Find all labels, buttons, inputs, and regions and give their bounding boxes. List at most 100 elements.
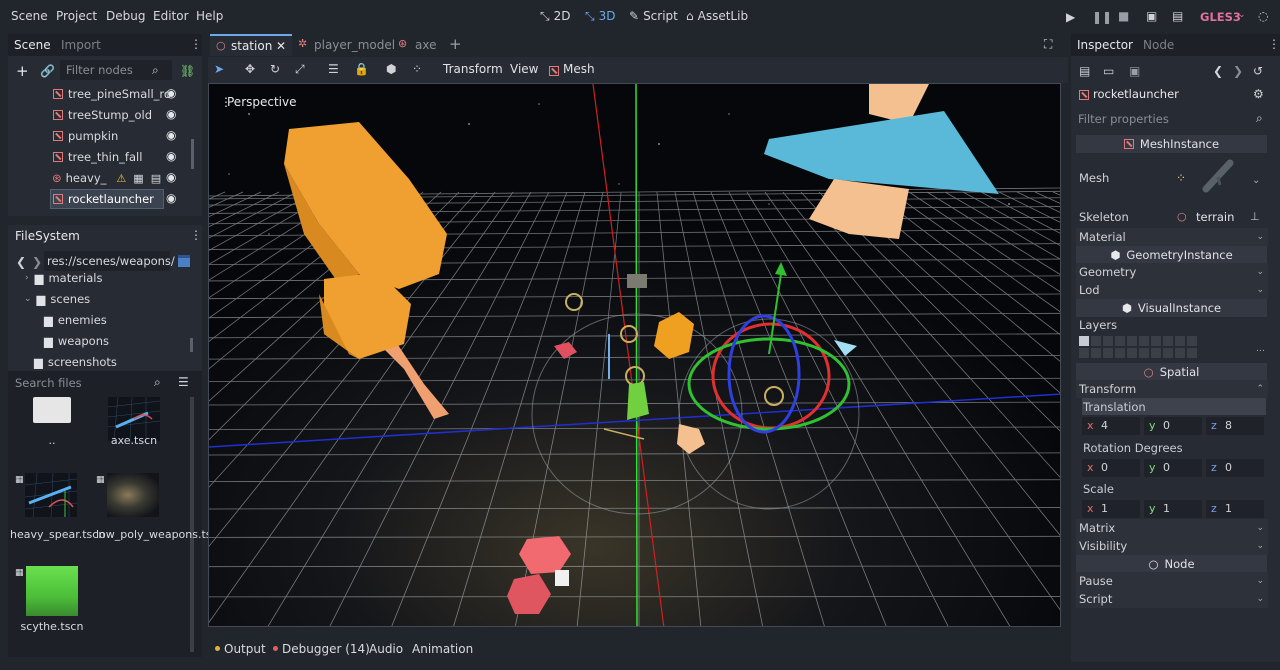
- layer-bit[interactable]: [1127, 336, 1137, 346]
- translation-z-field[interactable]: z8: [1206, 417, 1264, 435]
- heavy-spear-thumb[interactable]: [25, 473, 77, 517]
- section-visualinstance[interactable]: ⬢ VisualInstance: [1076, 299, 1267, 317]
- folder-scenes[interactable]: ⌄ ▆ scenes: [8, 289, 202, 309]
- new-resource-icon[interactable]: ▤: [1079, 65, 1090, 77]
- layers-bitfield[interactable]: [1079, 336, 1201, 360]
- tab-scene[interactable]: Scene: [14, 38, 51, 52]
- file-name[interactable]: scythe.tscn: [18, 619, 86, 635]
- layer-bit[interactable]: [1079, 348, 1089, 358]
- rotation-z-field[interactable]: z0: [1206, 459, 1264, 477]
- mesh-menu[interactable]: Mesh: [563, 62, 595, 76]
- layer-bit[interactable]: [1103, 336, 1113, 346]
- workspace-3d-button[interactable]: ⤡ 3D: [585, 9, 615, 23]
- open-folder-icon[interactable]: ▭: [1103, 65, 1114, 77]
- layer-bit[interactable]: [1103, 348, 1113, 358]
- visibility-eye-icon[interactable]: ◉: [166, 191, 176, 205]
- layer-bit[interactable]: [1139, 348, 1149, 358]
- layer-bit[interactable]: [1187, 336, 1197, 346]
- folder-weapons[interactable]: ▆ weapons: [8, 331, 202, 351]
- move-tool-icon[interactable]: ✥: [245, 63, 255, 75]
- visibility-eye-icon[interactable]: ◉: [166, 170, 176, 184]
- prop-lod[interactable]: Lod ⌄: [1076, 281, 1268, 299]
- dock-menu-icon[interactable]: ⋮: [190, 229, 202, 241]
- prop-transform[interactable]: Transform ⌃: [1076, 380, 1268, 398]
- rotation-x-field[interactable]: x0: [1082, 459, 1140, 477]
- tab-animation[interactable]: Animation: [412, 642, 473, 656]
- close-tab-icon[interactable]: ✕: [276, 39, 286, 53]
- scene-tree-scrollbar[interactable]: [191, 139, 194, 169]
- tab-axe[interactable]: ⊛ axe: [394, 34, 444, 56]
- file-name[interactable]: heavy_spear.tscn: [10, 527, 105, 543]
- layer-bit[interactable]: [1115, 348, 1125, 358]
- perspective-menu[interactable]: Perspective: [227, 95, 297, 109]
- layer-bit[interactable]: [1175, 348, 1185, 358]
- inspected-object-name[interactable]: rocketlauncher: [1093, 87, 1179, 101]
- folder-enemies[interactable]: ▆ enemies: [8, 310, 202, 330]
- history-back-icon[interactable]: ❮: [1213, 65, 1223, 77]
- renderer-chevron-icon[interactable]: ⌄: [1238, 10, 1246, 20]
- history-icon[interactable]: ↺: [1253, 65, 1263, 77]
- file-grid-scrollbar[interactable]: [190, 397, 194, 652]
- section-node[interactable]: ○ Node: [1076, 555, 1267, 573]
- visibility-eye-icon[interactable]: ◉: [166, 86, 176, 100]
- visibility-eye-icon[interactable]: ◉: [166, 149, 176, 163]
- prop-geometry[interactable]: Geometry ⌄: [1076, 263, 1268, 281]
- skeleton-value[interactable]: terrain: [1196, 210, 1234, 224]
- layer-bit[interactable]: [1139, 336, 1149, 346]
- play-custom-icon[interactable]: ▤: [1172, 10, 1183, 22]
- chevron-down-icon[interactable]: ⌄: [1252, 175, 1260, 186]
- object-tools-icon[interactable]: ⚙: [1253, 88, 1264, 100]
- filter-properties-input[interactable]: Filter properties ⌕: [1076, 108, 1268, 128]
- parent-folder-thumb[interactable]: [33, 397, 71, 423]
- script-attached-icon[interactable]: ▤: [151, 172, 161, 185]
- split-mode-icon[interactable]: [178, 255, 190, 267]
- mesh-preview[interactable]: [1200, 155, 1240, 195]
- link-icon[interactable]: 🔗: [40, 65, 55, 77]
- play-scene-icon[interactable]: ▣: [1146, 10, 1157, 22]
- layer-bit[interactable]: [1079, 336, 1089, 346]
- dock-menu-icon[interactable]: ⋮: [190, 38, 202, 50]
- search-files-input[interactable]: Search files: [15, 376, 82, 390]
- transform-menu[interactable]: Transform: [443, 62, 503, 76]
- file-name[interactable]: low_poly_weapons.tscn: [96, 527, 225, 543]
- visibility-eye-icon[interactable]: ◉: [166, 128, 176, 142]
- layer-bit[interactable]: [1187, 348, 1197, 358]
- tab-import[interactable]: Import: [61, 38, 101, 52]
- translation-x-field[interactable]: x4: [1082, 417, 1140, 435]
- pause-icon[interactable]: ❚❚: [1092, 11, 1112, 23]
- prop-material[interactable]: Material ⌄: [1076, 228, 1268, 246]
- file-name[interactable]: ..: [26, 433, 78, 449]
- new-tab-icon[interactable]: +: [449, 35, 462, 53]
- workspace-2d-button[interactable]: ⤡ 2D: [540, 9, 570, 23]
- scale-x-field[interactable]: x1: [1082, 500, 1140, 518]
- layer-bit[interactable]: [1163, 336, 1173, 346]
- tab-debugger[interactable]: Debugger (14): [282, 642, 370, 656]
- visibility-eye-icon[interactable]: ◉: [166, 107, 176, 121]
- warning-icon[interactable]: ⚠: [116, 172, 126, 185]
- view-menu[interactable]: View: [510, 62, 538, 76]
- add-node-icon[interactable]: +: [16, 62, 29, 80]
- layer-bit[interactable]: [1175, 336, 1185, 346]
- layer-bit[interactable]: [1151, 336, 1161, 346]
- scale-tool-icon[interactable]: ⤢: [295, 63, 305, 75]
- viewport-3d[interactable]: ⋮ Perspective: [208, 83, 1061, 627]
- layer-bit[interactable]: [1115, 336, 1125, 346]
- path-field[interactable]: res://scenes/weapons/: [44, 251, 175, 271]
- menu-scene[interactable]: Scene: [11, 9, 48, 23]
- layer-bit[interactable]: [1091, 348, 1101, 358]
- instance-scene-icon[interactable]: ⛓: [180, 65, 195, 77]
- tab-inspector[interactable]: Inspector: [1077, 38, 1133, 52]
- section-geometryinstance[interactable]: ⬢ GeometryInstance: [1076, 246, 1267, 264]
- prop-script[interactable]: Script ⌄: [1076, 590, 1268, 608]
- group-icon[interactable]: ⬢: [386, 63, 396, 75]
- scale-y-field[interactable]: y1: [1144, 500, 1202, 518]
- menu-editor[interactable]: Editor: [153, 9, 189, 23]
- folder-tree-scrollbar[interactable]: [190, 338, 193, 352]
- list-view-icon[interactable]: ☰: [178, 376, 189, 388]
- rotate-tool-icon[interactable]: ↻: [270, 63, 280, 75]
- tab-node[interactable]: Node: [1143, 38, 1174, 52]
- scale-z-field[interactable]: z1: [1206, 500, 1264, 518]
- lock-icon[interactable]: 🔒: [354, 63, 369, 75]
- filter-nodes-input[interactable]: Filter nodes ⌕: [60, 60, 172, 80]
- select-tool-icon[interactable]: ➤: [214, 63, 224, 75]
